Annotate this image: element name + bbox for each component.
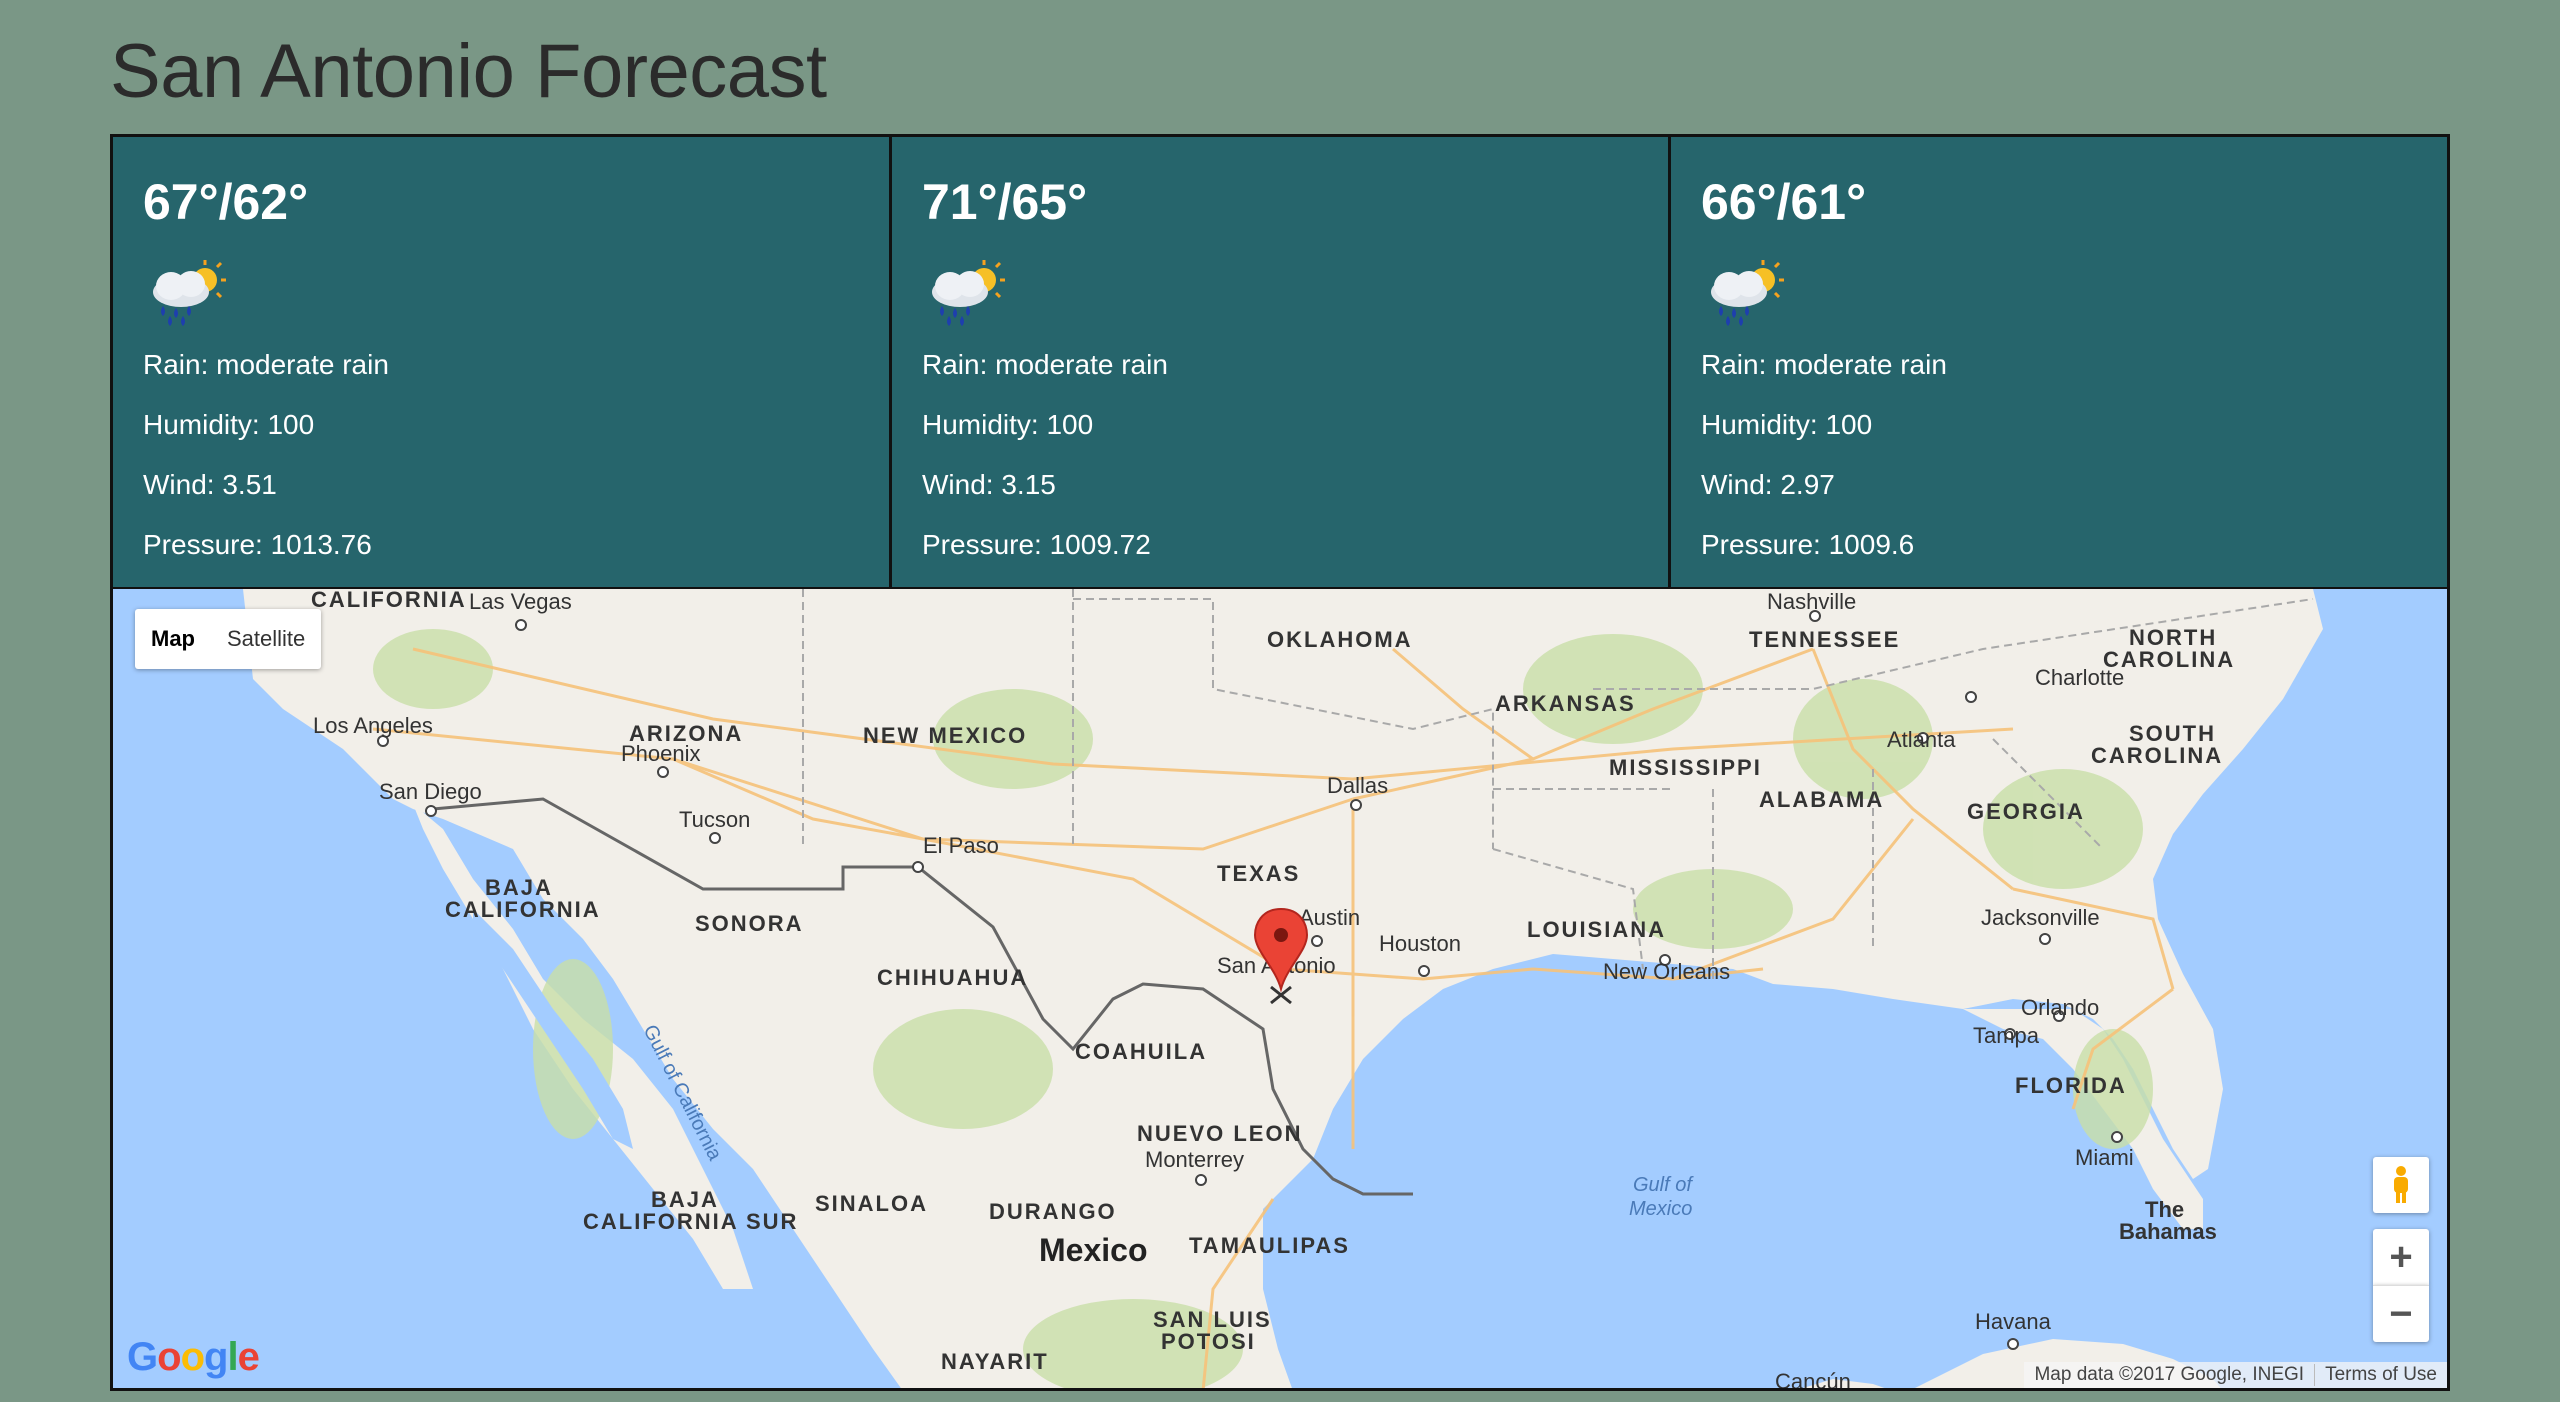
humidity-text: Humidity: 100 — [143, 409, 315, 440]
map-type-satellite-button[interactable]: Satellite — [211, 626, 321, 652]
map-label: FLORIDA — [2015, 1073, 2127, 1098]
pressure-text: Pressure: 1013.76 — [143, 529, 372, 560]
map-label: CHIHUAHUA — [877, 965, 1028, 990]
map-label: Nashville — [1767, 589, 1856, 614]
humidity-text: Humidity: 100 — [1701, 409, 1873, 440]
attribution-text: Map data ©2017 Google, INEGI — [2034, 1364, 2305, 1385]
map-label: Mexico — [1039, 1232, 1147, 1268]
map-label: SINALOA — [815, 1191, 928, 1216]
map-label: SONORA — [695, 911, 804, 936]
map-label: Los Angeles — [313, 713, 433, 738]
street-view-button[interactable] — [2373, 1157, 2429, 1213]
map-label: CALIFORNIA — [445, 897, 601, 922]
map-label: Tucson — [679, 807, 750, 832]
map-label: Phoenix — [621, 741, 701, 766]
map-label: OKLAHOMA — [1267, 627, 1413, 652]
pressure-text: Pressure: 1009.72 — [922, 529, 1151, 560]
map-label: Mexico — [1629, 1198, 1692, 1220]
map-label: CALIFORNIA SUR — [583, 1209, 798, 1234]
map-label: New Orleans — [1603, 959, 1730, 984]
forecast-row: 67°/62° Rain: moderate rain Humidity: 10… — [110, 134, 2450, 590]
map-label: DURANGO — [989, 1199, 1117, 1224]
map-label: NUEVO LEON — [1137, 1121, 1302, 1146]
map-type-control: Map Satellite — [135, 609, 322, 669]
rain-text: Rain: moderate rain — [143, 349, 389, 380]
map-label: CAROLINA — [2091, 743, 2223, 768]
map-label: Orlando — [2021, 995, 2099, 1020]
map-label: ARKANSAS — [1495, 691, 1636, 716]
wind-text: Wind: 3.51 — [143, 469, 277, 500]
map-label: Charlotte — [2035, 665, 2124, 690]
temperature-range: 67°/62° — [143, 174, 309, 230]
page-title: San Antonio Forecast — [110, 29, 827, 114]
forecast-card: 66°/61° Rain: moderate rain Humidity: 10… — [1668, 134, 2450, 590]
map-label: POTOSI — [1161, 1329, 1256, 1354]
map-label: Jacksonville — [1981, 905, 2100, 930]
map-canvas[interactable]: CALIFORNIA Las Vegas OKLAHOMA Nashville … — [113, 589, 2450, 1391]
temperature-range: 66°/61° — [1701, 174, 1867, 230]
zoom-out-button[interactable]: − — [2373, 1285, 2429, 1342]
map-attribution: Map data ©2017 Google, INEGI Terms of Us… — [2024, 1362, 2447, 1388]
map-label: Monterrey — [1145, 1147, 1244, 1172]
rain-text: Rain: moderate rain — [1701, 349, 1947, 380]
map[interactable]: CALIFORNIA Las Vegas OKLAHOMA Nashville … — [110, 589, 2450, 1391]
map-type-map-button[interactable]: Map — [135, 626, 211, 652]
google-logo: Google — [127, 1335, 260, 1379]
map-label: Las Vegas — [469, 589, 572, 614]
map-label: GEORGIA — [1967, 799, 2085, 824]
map-label: Austin — [1299, 905, 1360, 930]
map-label: COAHUILA — [1075, 1039, 1207, 1064]
wind-text: Wind: 3.15 — [922, 469, 1056, 500]
zoom-in-button[interactable]: + — [2373, 1229, 2429, 1285]
map-label: CALIFORNIA — [311, 589, 467, 612]
rain-sun-icon — [932, 260, 1005, 326]
map-label: LOUISIANA — [1527, 917, 1666, 942]
rain-sun-icon — [153, 260, 226, 326]
map-label: Cancún — [1775, 1369, 1851, 1391]
map-label: Atlanta — [1887, 727, 1956, 752]
map-label: MISSISSIPPI — [1609, 755, 1762, 780]
map-label: NAYARIT — [941, 1349, 1049, 1374]
map-label: Bahamas — [2119, 1219, 2217, 1244]
pressure-text: Pressure: 1009.6 — [1701, 529, 1915, 560]
map-label: Gulf of — [1633, 1174, 1694, 1196]
map-label: TEXAS — [1217, 861, 1300, 886]
rain-sun-icon — [1711, 260, 1784, 326]
map-label: Dallas — [1327, 773, 1388, 798]
map-label: NEW MEXICO — [863, 723, 1027, 748]
wind-text: Wind: 2.97 — [1701, 469, 1835, 500]
map-label: Havana — [1975, 1309, 2052, 1334]
map-label: Tampa — [1973, 1023, 2040, 1048]
pegman-icon — [2394, 1166, 2408, 1203]
forecast-card: 67°/62° Rain: moderate rain Humidity: 10… — [110, 134, 892, 590]
forecast-card: 71°/65° Rain: moderate rain Humidity: 10… — [889, 134, 1671, 590]
map-label: San Diego — [379, 779, 482, 804]
map-label: Miami — [2075, 1145, 2134, 1170]
map-label: TENNESSEE — [1749, 627, 1900, 652]
map-label: ALABAMA — [1759, 787, 1884, 812]
map-label: Houston — [1379, 931, 1461, 956]
terms-of-use-link[interactable]: Terms of Use — [2314, 1364, 2447, 1386]
rain-text: Rain: moderate rain — [922, 349, 1168, 380]
map-label: El Paso — [923, 833, 999, 858]
map-label: TAMAULIPAS — [1189, 1233, 1350, 1258]
humidity-text: Humidity: 100 — [922, 409, 1094, 440]
temperature-range: 71°/65° — [922, 174, 1088, 230]
